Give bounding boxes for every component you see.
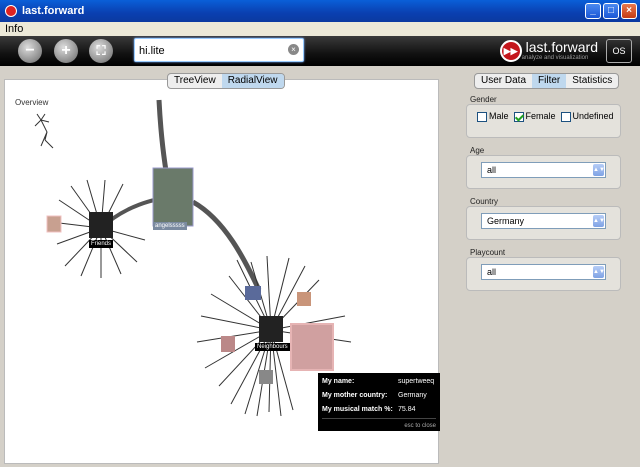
age-value: all bbox=[487, 165, 497, 175]
view-tabs: TreeView RadialView bbox=[167, 73, 285, 89]
playcount-value: all bbox=[487, 267, 497, 277]
chevron-down-icon[interactable]: ▲▼ bbox=[593, 266, 605, 278]
tab-filter[interactable]: Filter bbox=[532, 74, 567, 88]
friends-hub[interactable] bbox=[89, 212, 113, 238]
zoom-out-button[interactable]: − bbox=[18, 39, 42, 63]
undefined-checkbox[interactable] bbox=[560, 111, 571, 122]
title-bar: last.forward _ □ × bbox=[0, 0, 640, 22]
friends-label: Friends bbox=[89, 240, 114, 248]
menu-bar: Info bbox=[0, 22, 640, 36]
brand-name: last.forward bbox=[525, 39, 598, 55]
neighbour-avatar[interactable] bbox=[259, 370, 273, 384]
user-tooltip: My name: supertweeq My mother country: Ger… bbox=[318, 373, 440, 431]
neighbours-hub[interactable] bbox=[259, 316, 283, 342]
country-value: Germany bbox=[487, 216, 525, 226]
male-checkbox[interactable] bbox=[477, 111, 487, 122]
friend-avatar[interactable] bbox=[46, 215, 62, 233]
current-user-label: angelsssss bbox=[153, 222, 187, 230]
fast-forward-icon: ▶▶ bbox=[499, 40, 522, 62]
playcount-label: Playcount bbox=[470, 248, 506, 257]
country-label: Country bbox=[470, 197, 499, 206]
female-checkbox[interactable] bbox=[513, 111, 524, 122]
brand-tagline: analyze and visualization bbox=[521, 55, 589, 61]
tooltip-match-key: My musical match %: bbox=[322, 406, 393, 413]
overview-minimap bbox=[34, 113, 54, 149]
gender-male-option[interactable]: Male bbox=[477, 111, 509, 122]
gender-undefined-option[interactable]: Undefined bbox=[560, 111, 614, 122]
maximize-button[interactable]: □ bbox=[603, 3, 619, 19]
edge-neighbours bbox=[191, 199, 262, 292]
clear-search-icon[interactable]: × bbox=[288, 44, 299, 55]
age-label: Age bbox=[470, 146, 485, 155]
tooltip-country-key: My mother country: bbox=[322, 392, 388, 399]
overview-label: Overview bbox=[15, 98, 49, 107]
fit-view-button[interactable]: ⛶ bbox=[89, 39, 113, 63]
tooltip-close-hint[interactable]: esc to close bbox=[404, 423, 436, 429]
menu-info[interactable]: Info bbox=[0, 23, 28, 35]
undefined-label: Undefined bbox=[572, 111, 614, 121]
neighbour-avatar[interactable] bbox=[221, 336, 235, 352]
country-select[interactable]: Germany ▲▼ bbox=[481, 213, 606, 229]
current-user-photo[interactable] bbox=[152, 167, 194, 227]
window-title: last.forward bbox=[22, 5, 85, 17]
brand-logo: ▶▶ last.forward analyze and visualizatio… bbox=[499, 38, 632, 64]
gender-label: Gender bbox=[470, 95, 497, 104]
neighbours-label: Neighbours bbox=[255, 343, 290, 351]
gender-female-option[interactable]: Female bbox=[513, 111, 556, 122]
os-logo: OS bbox=[606, 39, 632, 63]
side-tabs: User Data Filter Statistics bbox=[474, 73, 620, 89]
gender-checkboxes: Male Female Undefined bbox=[477, 111, 614, 122]
playcount-select[interactable]: all ▲▼ bbox=[481, 264, 606, 280]
tab-treeview[interactable]: TreeView bbox=[168, 74, 222, 88]
zoom-in-button[interactable]: + bbox=[54, 39, 78, 63]
tab-statistics[interactable]: Statistics bbox=[566, 74, 618, 88]
chevron-down-icon[interactable]: ▲▼ bbox=[593, 164, 605, 176]
chevron-down-icon[interactable]: ▲▼ bbox=[593, 215, 605, 227]
male-label: Male bbox=[489, 111, 509, 121]
tab-user-data[interactable]: User Data bbox=[475, 74, 532, 88]
hovered-neighbour-photo[interactable] bbox=[290, 323, 334, 371]
tab-radialview[interactable]: RadialView bbox=[221, 74, 284, 88]
neighbour-avatar[interactable] bbox=[245, 286, 261, 300]
tooltip-name-key: My name: bbox=[322, 378, 355, 385]
search-input[interactable] bbox=[137, 40, 281, 62]
search-box: × bbox=[134, 38, 304, 62]
app-icon bbox=[5, 5, 17, 17]
close-button[interactable]: × bbox=[621, 3, 637, 19]
neighbour-avatar[interactable] bbox=[297, 292, 311, 306]
age-select[interactable]: all ▲▼ bbox=[481, 162, 606, 178]
minimize-button[interactable]: _ bbox=[585, 3, 601, 19]
female-label: Female bbox=[525, 111, 556, 121]
